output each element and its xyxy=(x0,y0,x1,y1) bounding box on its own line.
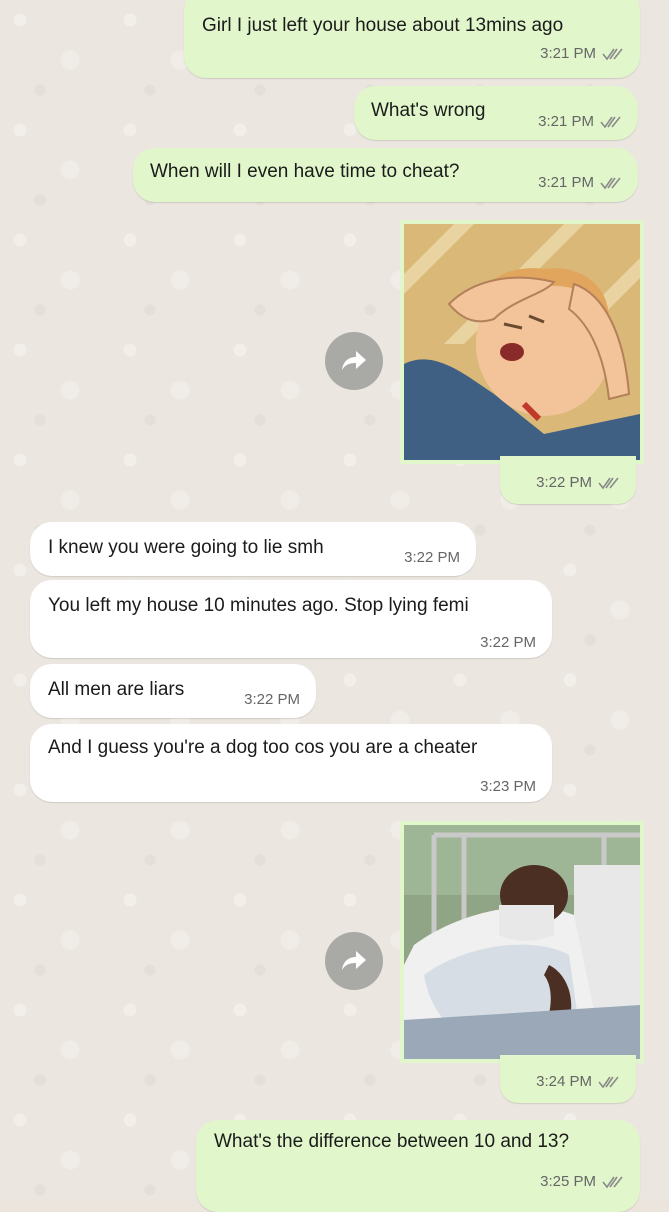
forward-icon xyxy=(342,951,366,970)
read-receipt-icon xyxy=(600,177,621,190)
message-meta: 3:25 PM xyxy=(540,1170,624,1194)
incoming-message[interactable]: You left my house 10 minutes ago. Stop l… xyxy=(30,580,552,658)
message-time: 3:22 PM xyxy=(480,634,536,651)
message-text: What's the difference between 10 and 13? xyxy=(214,1131,570,1152)
forward-icon xyxy=(342,351,366,370)
message-time: 3:23 PM xyxy=(480,778,536,795)
message-time: 3:22 PM xyxy=(536,474,592,491)
incoming-message[interactable]: I knew you were going to lie smh 3:22 PM xyxy=(30,522,476,576)
king-of-the-hill-stressed-meme xyxy=(404,224,640,460)
read-receipt-icon xyxy=(600,116,621,129)
message-meta: 3:23 PM xyxy=(480,775,536,799)
image-message[interactable] xyxy=(400,220,644,464)
outgoing-message[interactable]: What's the difference between 10 and 13?… xyxy=(196,1120,640,1212)
forward-button[interactable] xyxy=(325,332,383,390)
message-text: And I guess you're a dog too cos you are… xyxy=(48,737,478,758)
message-meta: 3:22 PM xyxy=(244,688,300,712)
message-text: When will I even have time to cheat? xyxy=(150,161,460,182)
message-time: 3:21 PM xyxy=(538,174,594,191)
message-meta: 3:22 PM xyxy=(480,631,536,655)
message-time: 3:24 PM xyxy=(536,1073,592,1090)
message-text: What's wrong xyxy=(371,100,486,121)
read-receipt-icon xyxy=(598,477,619,490)
message-meta: 3:21 PM xyxy=(538,171,622,195)
message-time: 3:22 PM xyxy=(404,549,460,566)
message-text: You left my house 10 minutes ago. Stop l… xyxy=(48,595,469,616)
message-meta: 3:21 PM xyxy=(540,42,624,66)
boy-in-hospital-bed-meme xyxy=(404,825,640,1059)
message-text: I knew you were going to lie smh xyxy=(48,537,324,558)
message-text: Girl I just left your house about 13mins… xyxy=(202,15,564,36)
image-timestamp-bar: 3:22 PM xyxy=(500,456,636,504)
message-text: All men are liars xyxy=(48,679,185,700)
read-receipt-icon xyxy=(602,1176,623,1189)
image-timestamp-bar: 3:24 PM xyxy=(500,1055,636,1103)
message-meta: 3:22 PM xyxy=(536,471,620,495)
image-message[interactable] xyxy=(400,821,644,1063)
message-time: 3:25 PM xyxy=(540,1173,596,1190)
message-time: 3:21 PM xyxy=(538,113,594,130)
message-meta: 3:22 PM xyxy=(404,546,460,570)
read-receipt-icon xyxy=(598,1076,619,1089)
incoming-message[interactable]: And I guess you're a dog too cos you are… xyxy=(30,724,552,802)
forward-button[interactable] xyxy=(325,932,383,990)
outgoing-message[interactable]: Girl I just left your house about 13mins… xyxy=(184,0,640,78)
incoming-message[interactable]: All men are liars 3:22 PM xyxy=(30,664,316,718)
outgoing-message[interactable]: What's wrong 3:21 PM xyxy=(354,86,638,140)
message-meta: 3:24 PM xyxy=(536,1070,620,1094)
read-receipt-icon xyxy=(602,48,623,61)
outgoing-message[interactable]: When will I even have time to cheat? 3:2… xyxy=(133,148,638,202)
message-meta: 3:21 PM xyxy=(538,110,622,134)
message-time: 3:21 PM xyxy=(540,45,596,62)
message-time: 3:22 PM xyxy=(244,691,300,708)
